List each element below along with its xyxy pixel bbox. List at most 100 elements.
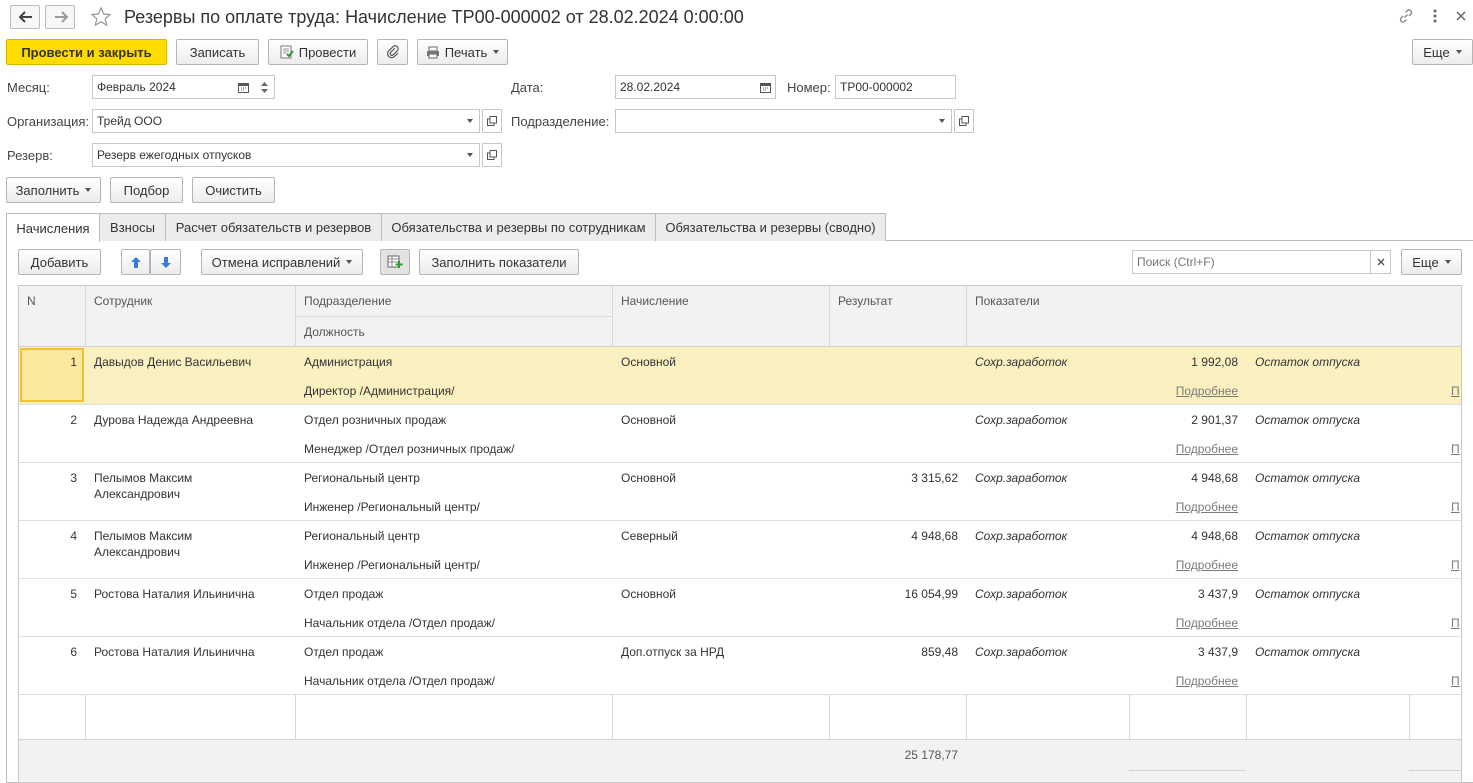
link-icon[interactable] [1398, 8, 1414, 24]
row-details-link-2[interactable]: П [1451, 558, 1460, 572]
header-accrual[interactable]: Начисление [621, 294, 689, 308]
pick-button[interactable]: Подбор [110, 177, 183, 203]
row-indicator-2: Остаток отпуска [1255, 355, 1361, 369]
table-more-button[interactable]: Еще [1401, 249, 1462, 275]
more-button-label: Еще [1423, 44, 1450, 60]
close-icon[interactable] [1455, 8, 1467, 24]
post-button[interactable]: Провести [268, 39, 368, 65]
row-department: Отдел розничных продаж [304, 413, 447, 427]
chevron-down-icon [466, 153, 473, 157]
tab-obligations-by-employee[interactable]: Обязательства и резервы по сотрудникам [381, 213, 656, 241]
row-employee: Ростова Наталия Ильинична [94, 587, 255, 601]
row-number: 2 [70, 413, 77, 427]
tab-accruals[interactable]: Начисления [6, 213, 100, 242]
row-indicator-1-value: 4 948,68 [1191, 471, 1238, 485]
spin-down-icon [260, 88, 268, 93]
search-clear-button[interactable] [1370, 250, 1391, 274]
table-row[interactable]: 4 Пелымов Максим Александрович Региональ… [19, 521, 1461, 579]
month-calendar-button[interactable] [233, 75, 255, 99]
organization-field[interactable]: Трейд ООО [92, 109, 461, 133]
row-details-link-2[interactable]: П [1451, 384, 1460, 398]
header-result[interactable]: Результат [838, 294, 893, 308]
accruals-table[interactable]: N Сотрудник Подразделение Должность Начи… [18, 285, 1462, 783]
tab-obligations-summary[interactable]: Обязательства и резервы (сводно) [655, 213, 886, 241]
department-open-button[interactable] [954, 109, 974, 133]
paperclip-icon [386, 45, 399, 59]
table-footer: 25 178,77 [19, 739, 1461, 782]
month-label: Месяц: [7, 80, 50, 95]
row-details-link[interactable]: Подробнее [1131, 442, 1238, 456]
department-dropdown-button[interactable] [932, 109, 952, 133]
fill-indicators-button[interactable]: Заполнить показатели [419, 249, 579, 275]
tab-contributions[interactable]: Взносы [99, 213, 166, 241]
table-header: N Сотрудник Подразделение Должность Начи… [19, 286, 1461, 347]
row-employee: Пелымов Максим [94, 529, 193, 543]
organization-open-button[interactable] [482, 109, 502, 133]
row-number: 5 [70, 587, 77, 601]
reserve-dropdown-button[interactable] [460, 143, 480, 167]
department-field[interactable] [615, 109, 933, 133]
tab-obligations-calculation[interactable]: Расчет обязательств и резервов [165, 213, 382, 241]
row-employee-line2: Александрович [94, 545, 181, 559]
cancel-corrections-button[interactable]: Отмена исправлений [201, 249, 363, 275]
header-employee[interactable]: Сотрудник [94, 294, 152, 308]
row-details-link-2[interactable]: П [1451, 674, 1460, 688]
row-accrual: Северный [621, 529, 678, 543]
row-details-link[interactable]: Подробнее [1131, 500, 1238, 514]
add-row-button[interactable]: Добавить [18, 249, 101, 275]
row-indicator-1: Сохр.заработок [975, 529, 1068, 543]
row-details-link[interactable]: Подробнее [1131, 384, 1238, 398]
month-spinner[interactable] [254, 75, 275, 99]
calendar-icon [759, 82, 771, 93]
header-position[interactable]: Должность [304, 325, 365, 339]
row-details-link-2[interactable]: П [1451, 442, 1460, 456]
header-indicators[interactable]: Показатели [975, 294, 1040, 308]
row-details-link[interactable]: Подробнее [1131, 674, 1238, 688]
clear-button[interactable]: Очистить [192, 177, 275, 203]
more-button[interactable]: Еще [1412, 39, 1473, 65]
attach-button[interactable] [377, 39, 408, 65]
print-button[interactable]: Печать [417, 39, 508, 65]
reserve-field[interactable]: Резерв ежегодных отпусков [92, 143, 461, 167]
back-button[interactable] [10, 5, 40, 29]
move-down-button[interactable] [150, 249, 181, 275]
table-row[interactable]: 2 Дурова Надежда Андреевна Отдел розничн… [19, 405, 1461, 463]
row-employee: Дурова Надежда Андреевна [94, 413, 254, 427]
fill-button[interactable]: Заполнить [6, 177, 101, 203]
row-indicator-2: Остаток отпуска [1255, 529, 1361, 543]
table-row[interactable]: 5 Ростова Наталия Ильинична Отдел продаж… [19, 579, 1461, 637]
row-details-link-2[interactable]: П [1451, 616, 1460, 630]
row-details-link[interactable]: Подробнее [1131, 558, 1238, 572]
search-input[interactable] [1132, 250, 1371, 274]
table-settings-button[interactable] [380, 249, 410, 275]
month-field[interactable]: Февраль 2024 [92, 75, 234, 99]
row-details-link[interactable]: Подробнее [1131, 616, 1238, 630]
number-field[interactable]: ТР00-000002 [835, 75, 956, 99]
arrow-up-icon [130, 256, 141, 268]
footer-subdivider [1409, 770, 1461, 771]
favorite-star-icon[interactable] [90, 6, 112, 28]
organization-dropdown-button[interactable] [460, 109, 480, 133]
move-up-button[interactable] [121, 249, 150, 275]
table-row[interactable]: 1 Давыдов Денис Васильевич Администрация… [19, 347, 1461, 405]
chevron-down-icon [493, 50, 500, 54]
row-accrual: Основной [621, 355, 677, 369]
header-department[interactable]: Подразделение [304, 294, 391, 308]
row-indicator-1-value: 3 437,9 [1197, 587, 1238, 601]
post-and-close-button[interactable]: Провести и закрыть [6, 39, 167, 65]
save-button[interactable]: Записать [176, 39, 259, 65]
date-calendar-button[interactable] [755, 75, 776, 99]
table-row[interactable]: 3 Пелымов Максим Александрович Региональ… [19, 463, 1461, 521]
date-label: Дата: [511, 80, 544, 95]
row-details-link-2[interactable]: П [1451, 500, 1460, 514]
chevron-down-icon [346, 260, 353, 264]
row-department: Отдел продаж [304, 645, 384, 659]
header-n[interactable]: N [27, 294, 36, 308]
date-field[interactable]: 28.02.2024 [615, 75, 756, 99]
more-vertical-icon[interactable] [1430, 8, 1440, 24]
reserve-open-button[interactable] [482, 143, 502, 167]
row-position: Начальник отдела /Отдел продаж/ [304, 674, 495, 688]
forward-button[interactable] [45, 5, 75, 29]
table-row[interactable]: 6 Ростова Наталия Ильинична Отдел продаж… [19, 637, 1461, 695]
row-employee: Давыдов Денис Васильевич [94, 355, 252, 369]
